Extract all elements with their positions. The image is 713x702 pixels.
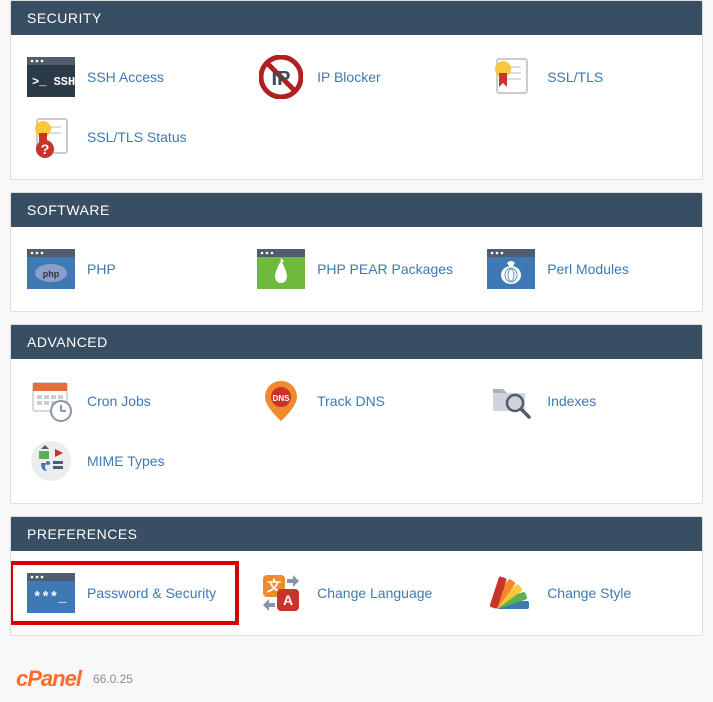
panel-title: ADVANCED [27,334,108,350]
panel-title: PREFERENCES [27,526,138,542]
dns-pin-icon: DNS [257,381,305,421]
brand-logo: cPanel [16,666,81,692]
mime-types-icon [27,441,75,481]
svg-text:DNS: DNS [273,394,291,403]
item-ssl-tls[interactable]: SSL/TLS [471,47,701,107]
item-ssh-access[interactable]: >_ SSH SSH Access [11,47,241,107]
item-label: PHP [87,261,116,277]
item-label: SSL/TLS Status [87,129,187,145]
ssh-terminal-icon: >_ SSH [27,57,75,97]
svg-text:>_ SSH: >_ SSH [32,75,75,89]
item-label: SSL/TLS [547,69,603,85]
item-cron-jobs[interactable]: Cron Jobs [11,371,241,431]
panel-title: SECURITY [27,10,102,26]
panel-header-preferences[interactable]: PREFERENCES [11,517,702,551]
folder-search-icon [487,381,535,421]
language-icon: 文 A [257,573,305,613]
svg-text:A: A [283,592,293,608]
item-label: Indexes [547,393,596,409]
ip-blocker-icon: IP [257,57,305,97]
item-perl-modules[interactable]: Perl Modules [471,239,701,299]
pear-icon [257,249,305,289]
panel-advanced: ADVANCED Cron Jobs [10,324,703,504]
item-change-style[interactable]: Change Style [471,563,701,623]
panel-header-software[interactable]: SOFTWARE [11,193,702,227]
item-label: Change Language [317,585,432,601]
php-icon: php [27,249,75,289]
item-label: Change Style [547,585,631,601]
item-php[interactable]: php PHP [11,239,241,299]
item-ssl-tls-status[interactable]: ? SSL/TLS Status [11,107,241,167]
item-php-pear[interactable]: PHP PEAR Packages [241,239,471,299]
svg-text:php: php [43,269,60,279]
item-mime-types[interactable]: MIME Types [11,431,241,491]
ssl-certificate-icon [487,57,535,97]
panel-software: SOFTWARE php PHP [10,192,703,312]
footer: cPanel 66.0.25 [10,648,703,702]
panel-body-advanced: Cron Jobs DNS Track DNS [11,359,702,503]
panel-body-preferences: ***_ Password & Security 文 A [11,551,702,635]
panel-body-security: >_ SSH SSH Access IP IP Blocker [11,35,702,179]
item-label: IP Blocker [317,69,381,85]
svg-text:?: ? [41,141,50,157]
item-label: Perl Modules [547,261,629,277]
panel-header-advanced[interactable]: ADVANCED [11,325,702,359]
item-ip-blocker[interactable]: IP IP Blocker [241,47,471,107]
item-indexes[interactable]: Indexes [471,371,701,431]
item-track-dns[interactable]: DNS Track DNS [241,371,471,431]
item-label: Cron Jobs [87,393,151,409]
panel-title: SOFTWARE [27,202,110,218]
item-password-security[interactable]: ***_ Password & Security [11,563,241,623]
item-change-language[interactable]: 文 A Change Language [241,563,471,623]
svg-text:IP: IP [272,68,291,90]
item-label: MIME Types [87,453,165,469]
version-text: 66.0.25 [93,672,133,686]
item-label: SSH Access [87,69,164,85]
calendar-clock-icon [27,381,75,421]
panel-security: SECURITY >_ SSH SSH Access [10,0,703,180]
item-label: PHP PEAR Packages [317,261,453,277]
panel-preferences: PREFERENCES ***_ Password & Security [10,516,703,636]
panel-header-security[interactable]: SECURITY [11,1,702,35]
item-label: Track DNS [317,393,385,409]
panel-body-software: php PHP PHP PEA [11,227,702,311]
color-fan-icon [487,573,535,613]
perl-onion-icon [487,249,535,289]
highlight-box [10,561,239,625]
ssl-status-icon: ? [27,117,75,157]
